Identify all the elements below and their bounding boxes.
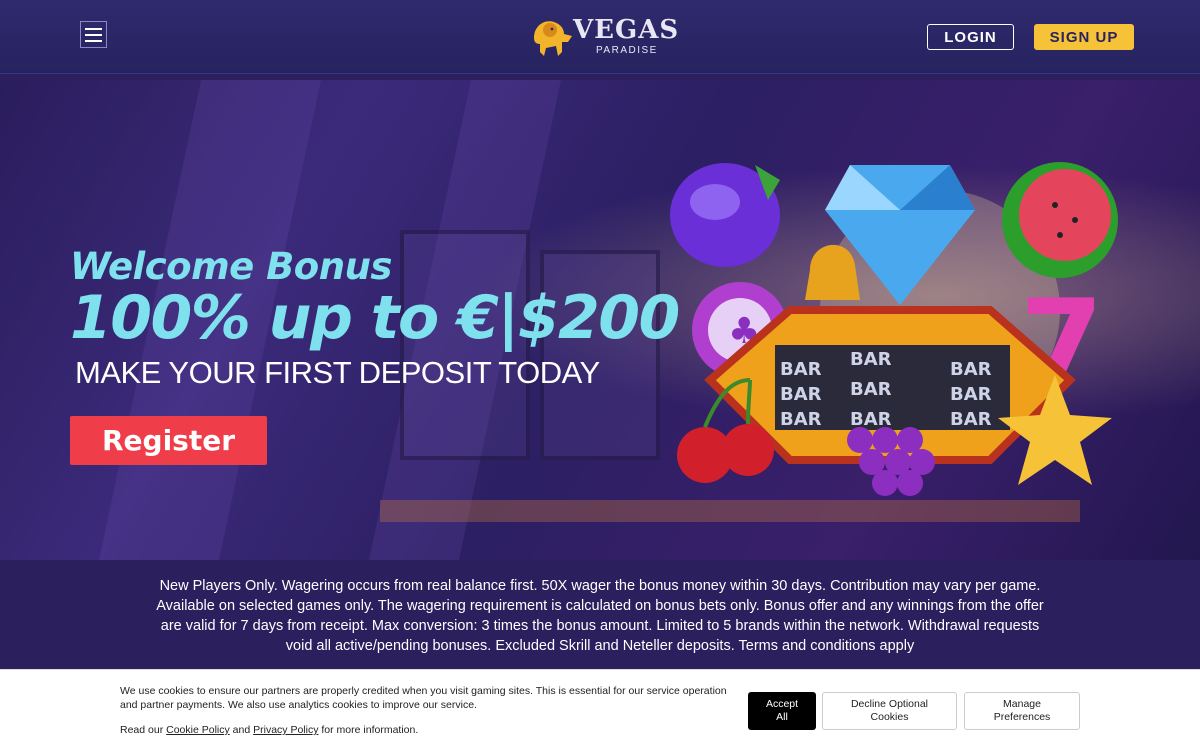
welcome-bonus-title: Welcome Bonus — [70, 245, 392, 288]
cookie-read-suffix: for more information. — [318, 724, 419, 736]
svg-text:BAR: BAR — [950, 409, 992, 430]
deposit-subline: MAKE YOUR FIRST DEPOSIT TODAY — [75, 355, 600, 390]
privacy-policy-link[interactable]: Privacy Policy — [253, 724, 318, 736]
svg-text:BAR: BAR — [780, 409, 822, 430]
decline-line-2: Cookies — [870, 711, 909, 723]
manage-line-1: Manage — [1003, 698, 1041, 710]
svg-text:BAR: BAR — [850, 349, 892, 370]
cookie-policy-link[interactable]: Cookie Policy — [166, 724, 230, 736]
svg-text:BAR: BAR — [950, 359, 992, 380]
cookie-and-text: and — [229, 724, 254, 736]
site-header: VEGAS PARADISE LOGIN SIGN UP — [0, 0, 1200, 74]
manage-line-2: Preferences — [993, 711, 1051, 723]
login-button[interactable]: LOGIN — [927, 24, 1014, 50]
accept-line-2: All — [776, 711, 788, 723]
slot-symbols-illustration: ♣ 7 BAR BAR BAR BAR BAR BAR BAR BAR BAR — [670, 162, 1118, 496]
logo-text: VEGAS — [573, 15, 680, 45]
accept-line-1: Accept — [765, 698, 799, 710]
svg-text:BAR: BAR — [780, 359, 822, 380]
accept-all-cookies-button[interactable]: Accept All — [748, 692, 816, 730]
cookie-read-prefix: Read our — [120, 724, 167, 736]
cookie-consent-bar: We use cookies to ensure our partners ar… — [0, 669, 1200, 750]
register-button[interactable]: Register — [70, 416, 267, 465]
bonus-terms-text: New Players Only. Wagering occurs from r… — [156, 578, 1044, 654]
lion-logo-icon — [534, 21, 572, 56]
svg-text:BAR: BAR — [850, 379, 892, 400]
site-logo[interactable]: VEGAS PARADISE — [528, 14, 678, 60]
decline-line-1: Decline Optional — [850, 698, 929, 710]
hero-banner: ♣ 7 BAR BAR BAR BAR BAR BAR BAR BAR BAR Welcom… — [0, 80, 1200, 560]
cookie-policy-links: Read our Cookie Policy and Privacy Polic… — [120, 724, 418, 736]
hamburger-menu-icon[interactable] — [80, 21, 107, 48]
svg-text:BAR: BAR — [950, 384, 992, 405]
signup-button[interactable]: SIGN UP — [1034, 24, 1134, 50]
logo-subtext: PARADISE — [596, 45, 658, 56]
cookie-description: We use cookies to ensure our partners ar… — [120, 685, 727, 711]
svg-text:BAR: BAR — [780, 384, 822, 405]
manage-preferences-button[interactable]: Manage Preferences — [964, 692, 1080, 730]
svg-text:BAR: BAR — [850, 409, 892, 430]
bonus-headline: 100% up to €|$200 — [70, 283, 680, 353]
decline-optional-cookies-button[interactable]: Decline Optional Cookies — [822, 692, 957, 730]
